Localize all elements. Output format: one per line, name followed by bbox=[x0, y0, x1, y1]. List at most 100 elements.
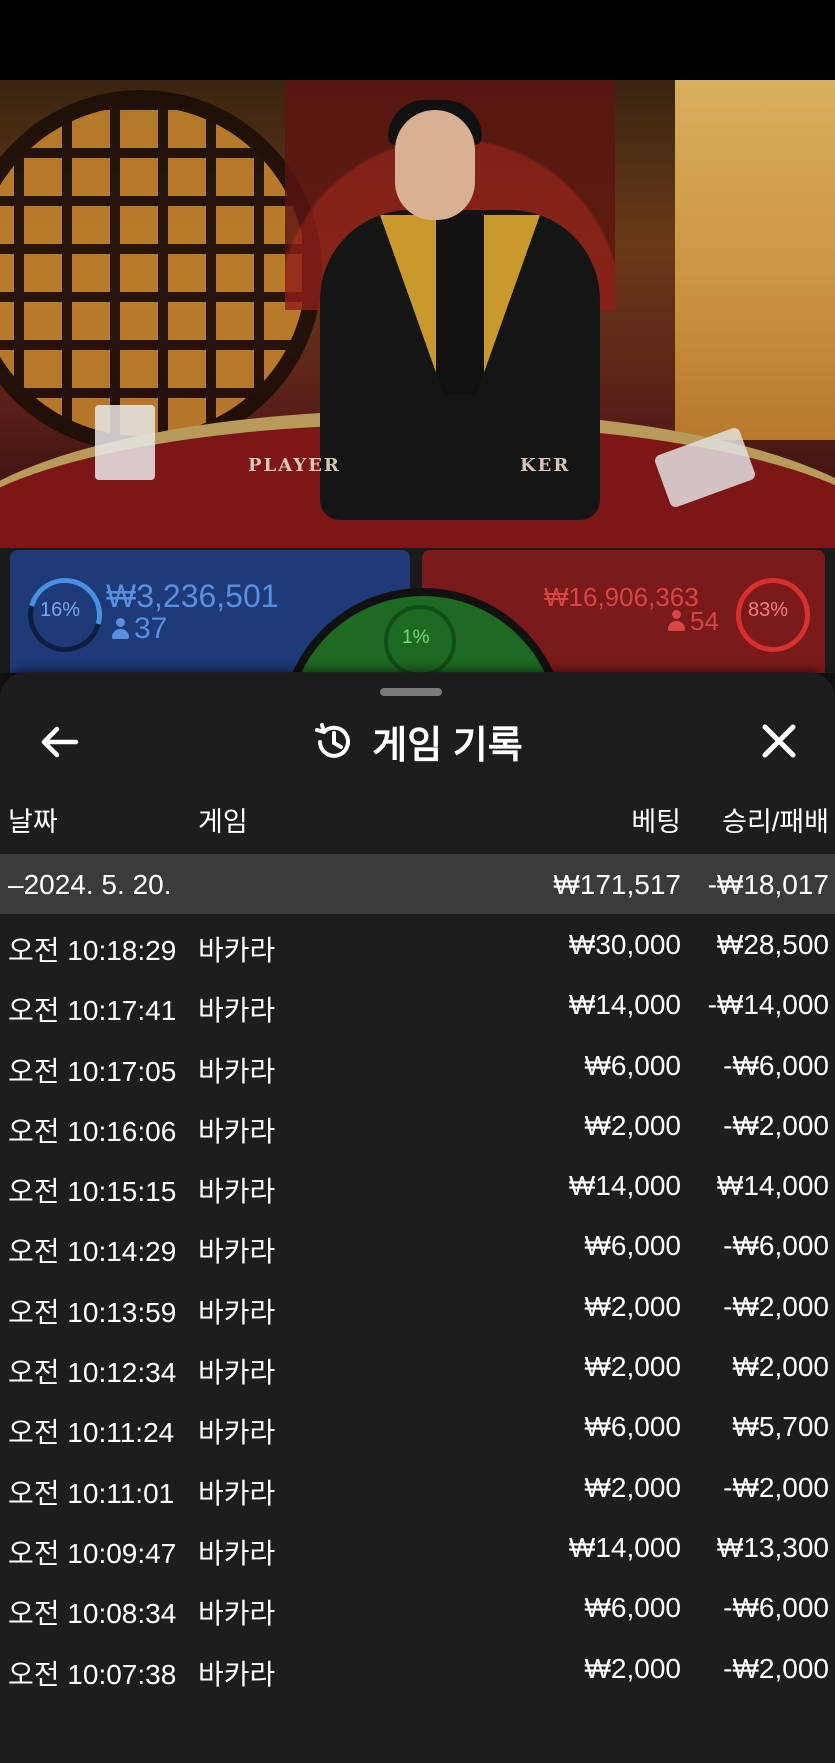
row-time: 오전 10:11:24 bbox=[8, 1417, 175, 1449]
date-group-result-total: -₩18,017 bbox=[707, 869, 829, 900]
row-bet: ₩6,000 bbox=[584, 1230, 682, 1262]
history-list: 오전 10:18:29 바카라 ₩30,000 ₩28,500 오전 10:17… bbox=[0, 914, 835, 1698]
history-row[interactable]: 오전 10:18:29 바카라 ₩30,000 ₩28,500 bbox=[0, 914, 835, 974]
row-bet: ₩2,000 bbox=[584, 1351, 682, 1383]
person-icon bbox=[112, 618, 129, 640]
history-row[interactable]: 오전 10:11:01 바카라 ₩2,000 -₩2,000 bbox=[0, 1457, 835, 1517]
player-bettor-count: 37 bbox=[112, 612, 167, 646]
row-bet: ₩2,000 bbox=[584, 1471, 682, 1503]
sheet-header: 게임 기록 bbox=[0, 714, 835, 770]
history-row[interactable]: 오전 10:16:06 바카라 ₩2,000 -₩2,000 bbox=[0, 1095, 835, 1155]
row-game: 바카라 bbox=[198, 1115, 276, 1147]
table-label-player: PLAYER bbox=[248, 455, 341, 476]
row-game: 바카라 bbox=[198, 1598, 276, 1630]
column-header-bet: 베팅 bbox=[631, 807, 681, 837]
history-icon bbox=[315, 722, 351, 758]
page-title: 게임 기록 bbox=[372, 725, 523, 767]
row-game: 바카라 bbox=[198, 1477, 276, 1509]
history-row[interactable]: 오전 10:12:34 바카라 ₩2,000 ₩2,000 bbox=[0, 1336, 835, 1396]
row-bet: ₩6,000 bbox=[584, 1049, 682, 1081]
row-time: 오전 10:07:38 bbox=[8, 1658, 177, 1690]
row-time: 오전 10:16:06 bbox=[8, 1115, 177, 1147]
row-bet: ₩14,000 bbox=[568, 1170, 681, 1202]
row-game: 바카라 bbox=[198, 1296, 276, 1328]
card-shoe bbox=[95, 405, 155, 480]
row-time: 오전 10:09:47 bbox=[8, 1537, 177, 1569]
history-row[interactable]: 오전 10:11:24 바카라 ₩6,000 ₩5,700 bbox=[0, 1396, 835, 1456]
row-game: 바카라 bbox=[198, 1236, 276, 1268]
player-total-amount: ₩3,236,501 bbox=[106, 578, 279, 614]
row-time: 오전 10:14:29 bbox=[8, 1236, 177, 1268]
history-row[interactable]: 오전 10:17:41 바카라 ₩14,000 -₩14,000 bbox=[0, 974, 835, 1034]
history-row[interactable]: 오전 10:09:47 바카라 ₩14,000 ₩13,300 bbox=[0, 1517, 835, 1577]
tie-percent: 1% bbox=[402, 627, 430, 648]
column-header-game: 게임 bbox=[198, 807, 248, 837]
row-bet: ₩2,000 bbox=[584, 1109, 682, 1141]
row-time: 오전 10:13:59 bbox=[8, 1296, 177, 1328]
history-row[interactable]: 오전 10:13:59 바카라 ₩2,000 -₩2,000 bbox=[0, 1276, 835, 1336]
row-bet: ₩2,000 bbox=[584, 1652, 682, 1684]
row-result: ₩2,000 bbox=[732, 1351, 830, 1383]
row-game: 바카라 bbox=[198, 1176, 276, 1208]
row-result: -₩6,000 bbox=[723, 1230, 829, 1262]
date-group-bet-total: ₩171,517 bbox=[553, 869, 681, 900]
row-result: -₩2,000 bbox=[723, 1290, 829, 1322]
row-bet: ₩2,000 bbox=[584, 1290, 682, 1322]
date-group-row[interactable]: –2024. 5. 20. ₩171,517 -₩18,017 bbox=[0, 854, 835, 914]
player-percent: 16% bbox=[40, 599, 81, 621]
row-game: 바카라 bbox=[198, 995, 276, 1027]
close-button[interactable] bbox=[754, 716, 804, 766]
row-result: ₩14,000 bbox=[716, 1170, 829, 1202]
row-time: 오전 10:18:29 bbox=[8, 935, 177, 966]
row-result: ₩13,300 bbox=[716, 1531, 829, 1563]
person-icon bbox=[668, 610, 685, 632]
row-game: 바카라 bbox=[198, 1658, 276, 1690]
row-time: 오전 10:12:34 bbox=[8, 1357, 177, 1389]
row-bet: ₩6,000 bbox=[584, 1411, 682, 1443]
background-gold-panel bbox=[675, 80, 835, 440]
dealer-head bbox=[395, 110, 475, 220]
background-lattice-window bbox=[0, 90, 322, 452]
live-dealer-video: PLAYER KER bbox=[0, 80, 835, 550]
row-result: -₩2,000 bbox=[723, 1652, 829, 1684]
row-result: -₩2,000 bbox=[723, 1109, 829, 1141]
close-icon bbox=[762, 724, 796, 758]
row-result: -₩6,000 bbox=[723, 1049, 829, 1081]
status-bar bbox=[0, 0, 835, 80]
history-row[interactable]: 오전 10:07:38 바카라 ₩2,000 -₩2,000 bbox=[0, 1638, 835, 1698]
row-game: 바카라 bbox=[198, 935, 276, 966]
table-header: 날짜 게임 베팅 승리/패배 bbox=[0, 792, 835, 842]
row-game: 바카라 bbox=[198, 1417, 276, 1449]
row-bet: ₩14,000 bbox=[568, 1531, 681, 1563]
row-time: 오전 10:15:15 bbox=[8, 1176, 177, 1208]
row-result: -₩6,000 bbox=[723, 1592, 829, 1624]
row-bet: ₩30,000 bbox=[568, 929, 681, 960]
banker-count-value: 54 bbox=[690, 606, 719, 636]
player-count-value: 37 bbox=[134, 612, 168, 645]
row-bet: ₩6,000 bbox=[584, 1592, 682, 1624]
history-row[interactable]: 오전 10:17:05 바카라 ₩6,000 -₩6,000 bbox=[0, 1035, 835, 1095]
banker-percent: 83% bbox=[748, 599, 789, 621]
row-time: 오전 10:11:01 bbox=[8, 1477, 175, 1509]
row-time: 오전 10:08:34 bbox=[8, 1598, 177, 1630]
row-game: 바카라 bbox=[198, 1055, 276, 1087]
game-history-sheet: 게임 기록 날짜 게임 베팅 승리/패배 –2024. 5. 20. ₩171,… bbox=[0, 672, 835, 1763]
row-result: ₩5,700 bbox=[732, 1411, 830, 1443]
row-time: 오전 10:17:41 bbox=[8, 995, 177, 1027]
column-header-result: 승리/패배 bbox=[722, 807, 829, 837]
sheet-drag-handle[interactable] bbox=[380, 688, 442, 696]
table-label-banker: KER bbox=[520, 455, 571, 476]
banker-bettor-count: 54 bbox=[668, 606, 719, 637]
history-row[interactable]: 오전 10:08:34 바카라 ₩6,000 -₩6,000 bbox=[0, 1577, 835, 1637]
row-result: -₩2,000 bbox=[723, 1471, 829, 1503]
column-header-date: 날짜 bbox=[8, 807, 58, 837]
date-group-label: –2024. 5. 20. bbox=[8, 869, 172, 900]
history-row[interactable]: 오전 10:14:29 바카라 ₩6,000 -₩6,000 bbox=[0, 1215, 835, 1275]
row-result: -₩14,000 bbox=[707, 989, 829, 1021]
row-game: 바카라 bbox=[198, 1537, 276, 1569]
row-result: ₩28,500 bbox=[716, 929, 829, 960]
row-bet: ₩14,000 bbox=[568, 989, 681, 1021]
history-row[interactable]: 오전 10:15:15 바카라 ₩14,000 ₩14,000 bbox=[0, 1155, 835, 1215]
row-game: 바카라 bbox=[198, 1357, 276, 1389]
row-time: 오전 10:17:05 bbox=[8, 1055, 177, 1087]
